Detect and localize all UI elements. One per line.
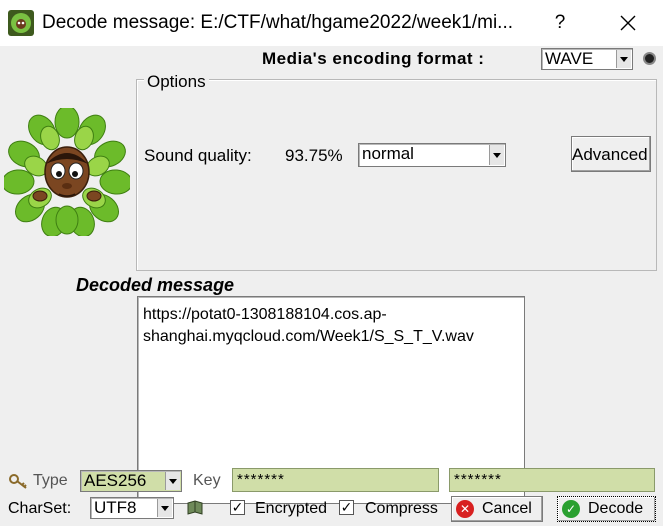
charset-select[interactable]: UTF8 xyxy=(90,497,174,519)
window-title: Decode message: E:/CTF/what/hgame2022/we… xyxy=(42,12,514,33)
compressed-label: Compressed xyxy=(365,500,438,517)
quality-mode-select[interactable]: normal xyxy=(358,143,506,167)
key-icon xyxy=(9,474,27,489)
key-input[interactable]: ******* xyxy=(232,468,439,492)
decoded-message-label: Decoded message xyxy=(76,275,235,295)
options-group xyxy=(136,79,657,271)
app-mascot-icon xyxy=(4,108,130,236)
decode-label: Decode xyxy=(588,500,644,517)
charset-value: UTF8 xyxy=(94,498,137,517)
cancel-label: Cancel xyxy=(482,500,532,517)
decode-button[interactable]: ✓ Decode xyxy=(557,496,656,522)
cancel-icon: ✕ xyxy=(456,500,474,518)
chevron-down-icon xyxy=(165,472,180,490)
close-icon xyxy=(620,15,636,31)
encryption-type-select[interactable]: AES256 xyxy=(80,470,182,492)
encrypted-checkbox[interactable] xyxy=(230,500,245,515)
encrypted-label: Encrypted xyxy=(255,500,328,517)
options-legend: Options xyxy=(144,72,209,92)
key-confirm-input[interactable]: ******* xyxy=(449,468,655,492)
close-button[interactable] xyxy=(603,0,653,46)
media-encoding-label: Media's encoding format : xyxy=(262,49,485,68)
book-icon[interactable] xyxy=(186,499,204,517)
quality-mode-value: normal xyxy=(362,144,414,163)
check-icon: ✓ xyxy=(562,500,580,518)
format-info-button[interactable] xyxy=(643,52,656,65)
app-mascot-icon xyxy=(8,10,34,36)
key-label: Key xyxy=(193,472,221,489)
advanced-button[interactable]: Advanced xyxy=(571,136,651,172)
encryption-type-value: AES256 xyxy=(84,471,147,490)
type-label: Type xyxy=(33,472,68,489)
title-bar: Decode message: E:/CTF/what/hgame2022/we… xyxy=(0,0,663,46)
compressed-checkbox[interactable] xyxy=(339,500,354,515)
chevron-down-icon xyxy=(489,145,504,165)
sound-quality-value: 93.75% xyxy=(285,146,343,165)
chevron-down-icon xyxy=(157,499,172,517)
chevron-down-icon xyxy=(616,50,631,68)
help-button[interactable]: ? xyxy=(540,0,580,46)
media-format-select[interactable]: WAVE xyxy=(541,48,633,70)
cancel-button[interactable]: ✕ Cancel xyxy=(451,496,543,522)
dialog-body: Media's encoding format : WAVE Options S… xyxy=(0,46,663,526)
sound-quality-label: Sound quality: xyxy=(144,146,252,165)
media-format-value: WAVE xyxy=(545,49,594,68)
charset-label: CharSet: xyxy=(8,500,72,517)
